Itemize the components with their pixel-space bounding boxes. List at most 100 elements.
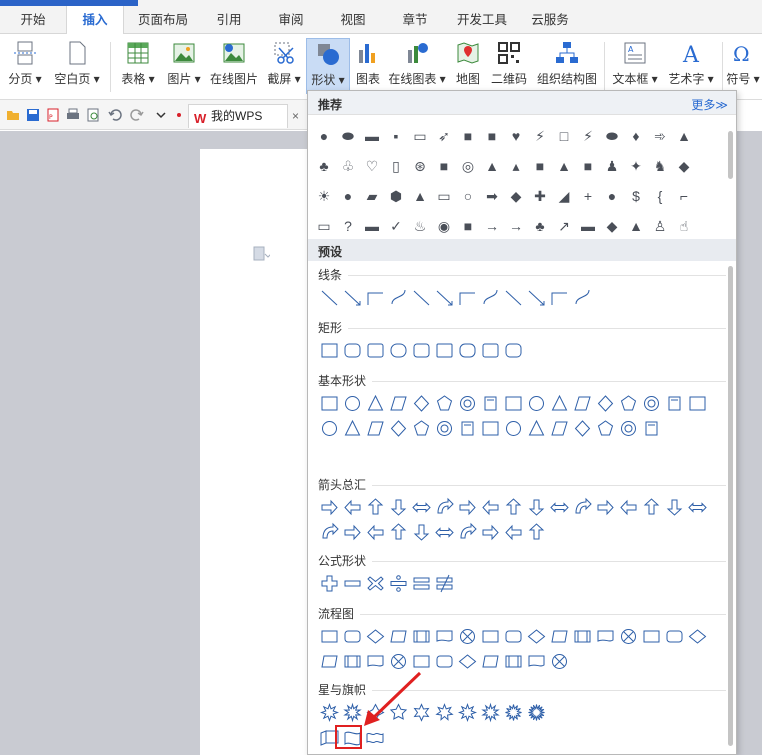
recommended-shape-icon[interactable]: + — [576, 181, 600, 211]
shape-option-icon[interactable] — [364, 520, 387, 545]
shape-option-icon[interactable] — [433, 416, 456, 441]
recommended-shape-icon[interactable]: ♧ — [336, 151, 360, 181]
print-icon[interactable] — [66, 108, 80, 122]
recommended-shape-icon[interactable]: ▬ — [360, 211, 384, 241]
shape-option-icon[interactable] — [479, 624, 502, 649]
recommended-shape-icon[interactable]: ▲ — [408, 181, 432, 211]
shape-option-icon[interactable] — [663, 495, 686, 520]
shape-option-icon[interactable] — [318, 338, 341, 363]
paragraph-marker-icon[interactable] — [252, 245, 270, 263]
shape-option-icon[interactable] — [663, 624, 686, 649]
shape-option-icon[interactable] — [387, 495, 410, 520]
shape-option-icon[interactable] — [387, 571, 410, 596]
shape-option-icon[interactable] — [571, 391, 594, 416]
shape-option-icon[interactable] — [318, 571, 341, 596]
shape-option-icon[interactable] — [456, 338, 479, 363]
recommended-shape-icon[interactable]: ⬬ — [336, 121, 360, 151]
recommended-shape-icon[interactable]: ◆ — [504, 181, 528, 211]
shape-option-icon[interactable] — [364, 285, 387, 310]
shape-option-icon[interactable] — [410, 520, 433, 545]
presets-scrollbar[interactable] — [728, 266, 733, 746]
recommended-shape-icon[interactable]: ● — [336, 181, 360, 211]
qrcode-button[interactable]: 二维码 — [488, 38, 530, 94]
recommended-shape-icon[interactable]: ? — [336, 211, 360, 241]
recommended-shape-icon[interactable]: ▯ — [384, 151, 408, 181]
shape-option-icon[interactable] — [479, 285, 502, 310]
shape-option-icon[interactable] — [341, 285, 364, 310]
shape-option-icon[interactable] — [410, 571, 433, 596]
shape-option-icon[interactable] — [502, 624, 525, 649]
shape-option-icon[interactable] — [548, 416, 571, 441]
open-folder-icon[interactable] — [6, 108, 20, 122]
shape-option-icon[interactable] — [364, 624, 387, 649]
map-button[interactable]: 地图 — [452, 38, 484, 94]
shape-option-icon[interactable] — [433, 285, 456, 310]
shape-option-icon[interactable] — [479, 391, 502, 416]
tab-cloud[interactable]: 云服务 — [522, 6, 578, 34]
recommended-shape-icon[interactable]: ▬ — [360, 121, 384, 151]
recommended-shape-icon[interactable]: ▲ — [480, 151, 504, 181]
shape-option-icon[interactable] — [364, 416, 387, 441]
recommended-shape-icon[interactable]: ♟ — [600, 151, 624, 181]
shape-option-icon[interactable] — [318, 416, 341, 441]
shape-option-icon[interactable] — [433, 649, 456, 674]
shape-option-icon[interactable] — [364, 391, 387, 416]
recommended-shape-icon[interactable]: ◆ — [600, 211, 624, 241]
recommended-shape-icon[interactable]: ▬ — [576, 211, 600, 241]
recommended-shape-icon[interactable]: ▲ — [672, 121, 696, 151]
shape-option-icon[interactable] — [640, 391, 663, 416]
recommended-shape-icon[interactable]: ◢ — [552, 181, 576, 211]
redo-icon[interactable] — [130, 108, 144, 122]
shape-option-icon[interactable] — [525, 700, 548, 725]
shape-option-icon[interactable] — [502, 285, 525, 310]
shape-option-icon[interactable] — [433, 624, 456, 649]
recommended-shape-icon[interactable]: ■ — [576, 151, 600, 181]
shape-option-icon[interactable] — [502, 495, 525, 520]
shape-option-icon[interactable] — [525, 416, 548, 441]
recommended-shape-icon[interactable]: ➡ — [480, 181, 504, 211]
shape-option-icon[interactable] — [548, 285, 571, 310]
recommended-shape-icon[interactable]: ☀ — [312, 181, 336, 211]
shape-option-icon[interactable] — [341, 624, 364, 649]
shape-option-icon[interactable] — [525, 649, 548, 674]
recommended-shape-icon[interactable]: → — [504, 211, 528, 241]
pin-icon[interactable] — [172, 108, 186, 122]
shape-option-icon[interactable] — [548, 649, 571, 674]
shape-option-icon[interactable] — [525, 391, 548, 416]
recommended-shape-icon[interactable]: ⚡ — [528, 121, 552, 151]
recommended-shape-icon[interactable]: ✚ — [528, 181, 552, 211]
tab-developer[interactable]: 开发工具 — [450, 6, 514, 34]
shape-option-icon[interactable] — [341, 495, 364, 520]
shape-option-icon[interactable] — [502, 649, 525, 674]
textbox-button[interactable]: A 文本框 ▾ — [608, 38, 662, 94]
shape-option-icon[interactable] — [548, 391, 571, 416]
recommended-shape-icon[interactable]: □ — [552, 121, 576, 151]
shape-option-icon[interactable] — [433, 495, 456, 520]
shape-option-icon[interactable] — [640, 624, 663, 649]
shape-option-icon[interactable] — [433, 338, 456, 363]
shape-option-icon[interactable] — [479, 495, 502, 520]
tab-view[interactable]: 视图 — [330, 6, 376, 34]
recommended-shape-icon[interactable]: ⊛ — [408, 151, 432, 181]
recommended-shape-icon[interactable]: ▲ — [552, 151, 576, 181]
recommended-shape-icon[interactable]: ♦ — [624, 121, 648, 151]
shape-option-icon[interactable] — [456, 391, 479, 416]
shape-option-icon[interactable] — [479, 649, 502, 674]
symbol-button[interactable]: Ω 符号 ▾ — [726, 38, 760, 94]
shape-option-icon[interactable] — [387, 391, 410, 416]
shape-option-icon[interactable] — [387, 338, 410, 363]
recommended-shape-icon[interactable]: ☝ — [672, 211, 696, 241]
recommended-shape-icon[interactable]: ○ — [456, 181, 480, 211]
save-icon[interactable] — [26, 108, 40, 122]
page-break-button[interactable]: 分页 ▾ — [4, 38, 46, 94]
shape-option-icon[interactable] — [318, 495, 341, 520]
shape-option-icon[interactable] — [456, 495, 479, 520]
shape-option-icon[interactable] — [433, 520, 456, 545]
shape-option-icon[interactable] — [686, 391, 709, 416]
recommended-shape-icon[interactable]: → — [480, 211, 504, 241]
recommended-shape-icon[interactable]: ♡ — [360, 151, 384, 181]
shape-option-icon[interactable] — [318, 700, 341, 725]
shape-option-icon[interactable] — [502, 416, 525, 441]
shape-option-icon[interactable] — [341, 338, 364, 363]
shape-option-icon[interactable] — [456, 700, 479, 725]
